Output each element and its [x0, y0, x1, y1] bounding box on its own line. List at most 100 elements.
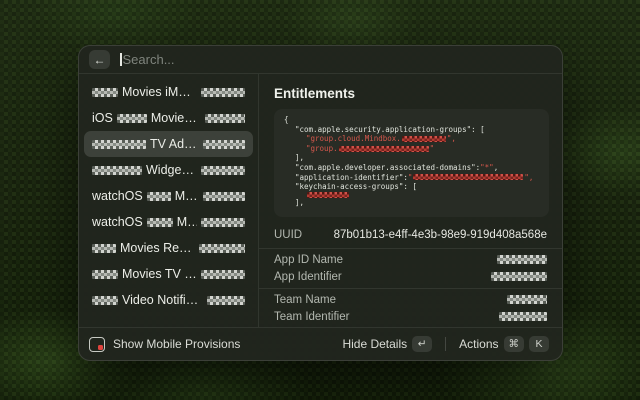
footer-actions: Hide Details ↵ Actions ⌘ K: [339, 334, 552, 354]
text-cursor: [120, 53, 122, 66]
redacted-text: [207, 296, 245, 305]
field-value: 87b01b13-e4ff-4e3b-98e9-919d408a568e: [334, 229, 547, 241]
redacted-code: [339, 146, 429, 152]
list-item[interactable]: watchOS Movies…: [84, 183, 253, 209]
list-item-label: Movies…: [177, 215, 197, 229]
field-label: Team Identifier: [274, 311, 349, 323]
list-item-label: Widget Ex…: [146, 163, 197, 177]
redacted-text: [92, 88, 118, 97]
redacted-code: [402, 136, 446, 142]
code-line: "keychain-access-groups": [: [284, 182, 539, 192]
redacted-text: [201, 166, 245, 175]
field-row[interactable]: Team Name: [274, 291, 547, 308]
code-text: {: [284, 115, 289, 125]
list-item[interactable]: iOSMovies App St…: [84, 105, 253, 131]
code-line: ],: [284, 153, 539, 163]
footer-bar: Show Mobile Provisions Hide Details ↵ Ac…: [79, 328, 562, 360]
redacted-text: [92, 244, 116, 253]
field-group: UUID 87b01b13-e4ff-4e3b-98e9-919d408a568e: [259, 222, 562, 248]
code-text: ,: [494, 163, 499, 173]
code-text: "*": [480, 163, 494, 173]
redacted-text: [92, 166, 142, 175]
list-item-label: Movies App St…: [151, 111, 201, 125]
actions-label: Actions: [459, 337, 498, 351]
redacted-code: [307, 192, 349, 198]
redacted-text: [92, 140, 146, 149]
code-text: "group.: [306, 144, 338, 154]
field-row[interactable]: UUID 87b01b13-e4ff-4e3b-98e9-919d408a568e: [274, 224, 547, 245]
list-item-label: Video Notification…: [122, 293, 203, 307]
redacted-value: [491, 272, 547, 281]
details-title: Entitlements: [274, 86, 549, 101]
code-line: "application-identifier": " ",: [284, 173, 539, 183]
list-item-prefix: watchOS: [92, 189, 143, 203]
list-item[interactable]: Movies Retail Dem…: [84, 235, 253, 261]
redacted-text: [205, 114, 245, 123]
redacted-text: [92, 270, 118, 279]
mobile-provisions-extension-icon: [89, 337, 105, 352]
list-item-label: Movies…: [175, 189, 199, 203]
field-label: App Identifier: [274, 271, 342, 283]
field-row[interactable]: Team Identifier: [274, 308, 547, 325]
back-button[interactable]: ←: [89, 50, 110, 69]
code-text: ": [430, 144, 435, 154]
redacted-text: [147, 192, 171, 201]
code-text: "application-identifier":: [295, 173, 408, 183]
code-line: "com.apple.developer.associated-domains"…: [284, 163, 539, 173]
code-line: "group.cloud.Mindbox.",: [284, 134, 539, 144]
search-bar: ←: [79, 46, 562, 73]
search-input[interactable]: [123, 52, 553, 67]
redacted-text: [199, 244, 245, 253]
list-item-prefix: watchOS: [92, 215, 143, 229]
field-label: UUID: [274, 229, 302, 241]
redacted-value: [499, 312, 547, 321]
code-text: "com.apple.security.application-groups":…: [295, 125, 485, 135]
redacted-code: [413, 174, 523, 180]
actions-button[interactable]: Actions ⌘ K: [456, 334, 552, 354]
code-text: ",: [524, 173, 533, 183]
code-line: {: [284, 115, 539, 125]
redacted-value: [507, 295, 547, 304]
code-line: "com.apple.security.application-groups":…: [284, 125, 539, 135]
launcher-window: ← Movies iMessage… iOSMovies App St… TV Ad…: [78, 45, 563, 361]
list-item[interactable]: Movies TV Extensi…: [84, 261, 253, 287]
extension-label: Show Mobile Provisions: [113, 337, 240, 351]
code-text: ": [408, 173, 413, 183]
code-text: ],: [295, 198, 304, 208]
code-text: "com.apple.developer.associated-domains"…: [295, 163, 480, 173]
metadata-fields: UUID 87b01b13-e4ff-4e3b-98e9-919d408a568e…: [259, 222, 562, 328]
list-item-label: Movies iMessage…: [122, 85, 197, 99]
redacted-value: [497, 255, 547, 264]
field-row[interactable]: App Identifier: [274, 268, 547, 285]
main-content: Movies iMessage… iOSMovies App St… TV AdHo…: [79, 74, 562, 327]
list-item[interactable]: Video Notification…: [84, 287, 253, 313]
arrow-left-icon: ←: [94, 54, 106, 66]
provision-list: Movies iMessage… iOSMovies App St… TV AdHo…: [79, 74, 259, 327]
return-keycap: ↵: [412, 336, 432, 352]
field-group: App ID Name App Identifier: [259, 249, 562, 288]
redacted-text: [201, 218, 245, 227]
redacted-text: [117, 114, 147, 123]
list-item[interactable]: Widget Ex…: [84, 157, 253, 183]
code-line: "group. ": [284, 144, 539, 154]
redacted-text: [203, 140, 245, 149]
list-item[interactable]: Movies iMessage…: [84, 79, 253, 105]
show-mobile-provisions-button[interactable]: Show Mobile Provisions: [89, 337, 240, 352]
field-group: Team Name Team Identifier: [259, 289, 562, 328]
redacted-text: [92, 296, 118, 305]
list-item-selected[interactable]: TV AdHoc: [84, 131, 253, 157]
redacted-text: [201, 88, 245, 97]
code-text: ],: [295, 153, 304, 163]
field-label: Team Name: [274, 294, 336, 306]
hide-details-button[interactable]: Hide Details ↵: [339, 334, 435, 354]
redacted-text: [147, 218, 173, 227]
list-item-label: TV AdHoc: [150, 137, 199, 151]
list-item-label: Movies TV Extensi…: [122, 267, 197, 281]
list-item[interactable]: watchOS Movies…: [84, 209, 253, 235]
field-row[interactable]: App ID Name: [274, 251, 547, 268]
code-text: "group.cloud.Mindbox.: [306, 134, 401, 144]
k-keycap: K: [529, 336, 549, 352]
details-panel: Entitlements { "com.apple.security.applic…: [259, 74, 562, 327]
footer-separator: [445, 337, 446, 351]
redacted-text: [201, 270, 245, 279]
